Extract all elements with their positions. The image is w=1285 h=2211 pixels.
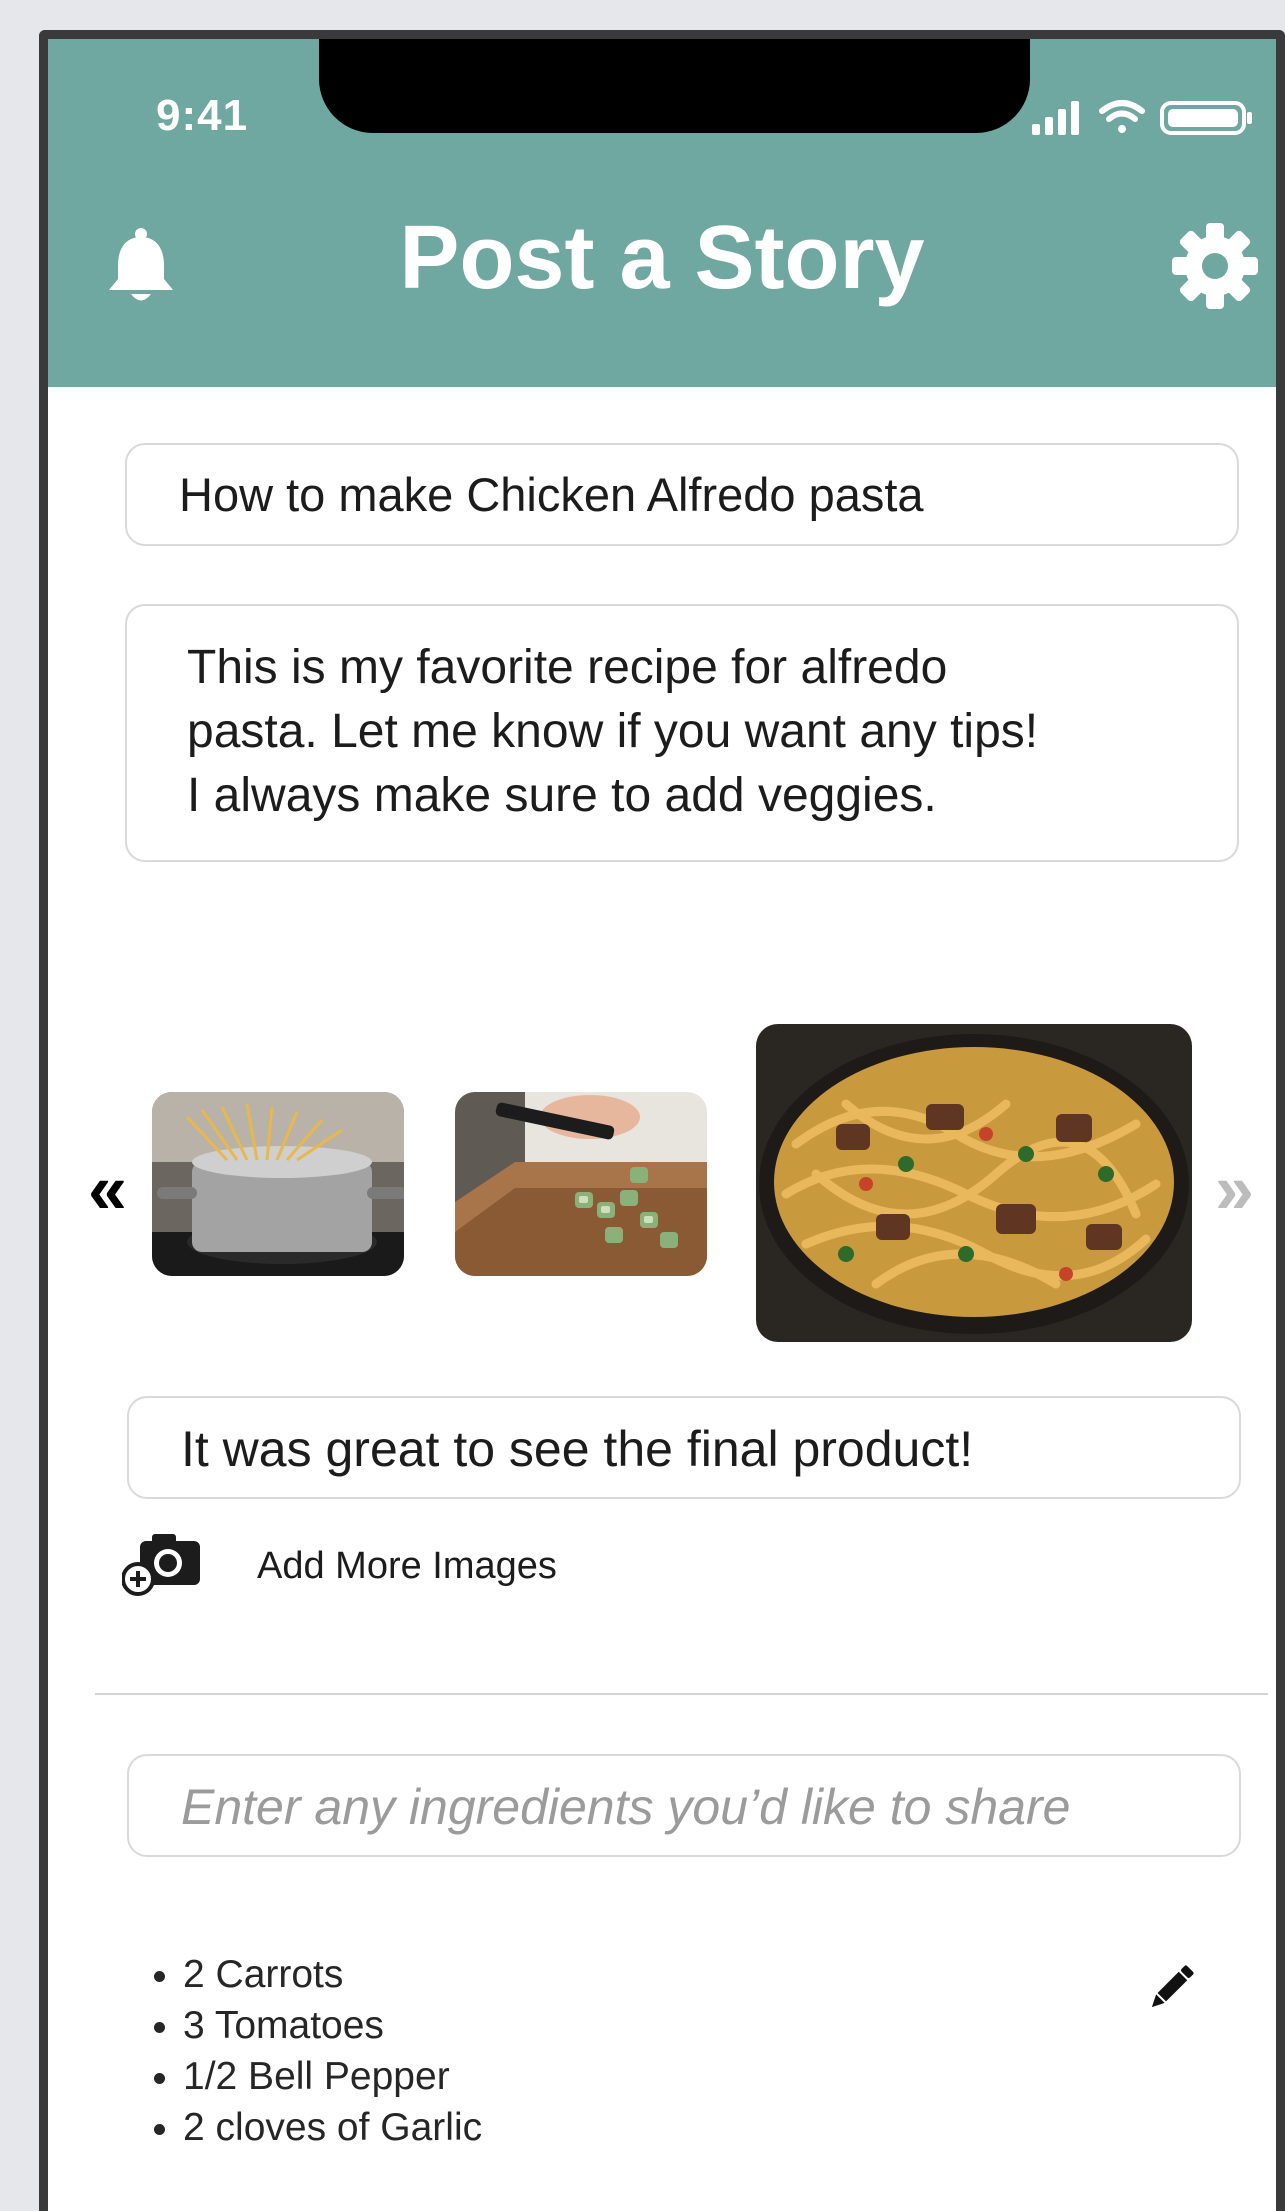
description-line: This is my favorite recipe for alfredo (187, 641, 948, 694)
status-icons (1032, 100, 1252, 135)
description-line: I always make sure to add veggies. (187, 769, 937, 822)
chopping-zucchini-image[interactable] (455, 1092, 707, 1276)
add-more-images-label: Add More Images (257, 1545, 557, 1587)
gear-icon[interactable] (1172, 223, 1258, 309)
pencil-icon[interactable] (1140, 1957, 1202, 2019)
chevron-double-right-icon[interactable]: » (1215, 1154, 1254, 1224)
battery-icon (1160, 101, 1252, 135)
wifi-icon (1099, 100, 1145, 133)
page-title: Post a Story (399, 208, 925, 308)
status-time: 9:41 (156, 91, 249, 140)
story-description-input[interactable]: This is my favorite recipe for alfredo p… (125, 604, 1239, 862)
story-title-input[interactable]: How to make Chicken Alfredo pasta (125, 443, 1239, 546)
section-divider (95, 1693, 1268, 1695)
app-header: 9:41 Post a Story (48, 39, 1276, 387)
story-title-value: How to make Chicken Alfredo pasta (179, 468, 924, 521)
ingredients-placeholder: Enter any ingredients you’d like to shar… (181, 1779, 1071, 1835)
add-camera-icon (122, 1534, 200, 1596)
chicken-alfredo-pasta-image[interactable] (756, 1024, 1192, 1342)
device-notch (319, 39, 1030, 133)
chevron-double-left-icon[interactable]: « (88, 1154, 127, 1224)
ingredient-item: 3 Tomatoes (183, 2000, 482, 2051)
ingredients-input[interactable]: Enter any ingredients you’d like to shar… (127, 1754, 1241, 1857)
ingredient-item: 2 Carrots (183, 1949, 482, 2000)
pasta-pot-image[interactable] (152, 1092, 404, 1276)
ingredient-item: 1/2 Bell Pepper (183, 2051, 482, 2102)
signal-icon (1032, 101, 1079, 135)
image-caption-value: It was great to see the final product! (181, 1421, 974, 1477)
ingredient-item: 2 cloves of Garlic (183, 2102, 482, 2153)
ingredients-list: 2 Carrots 3 Tomatoes 1/2 Bell Pepper 2 c… (128, 1949, 482, 2153)
description-line: pasta. Let me know if you want any tips! (187, 705, 1039, 758)
phone-screen: 9:41 Post a Story How to make Chicken Al… (39, 30, 1285, 2211)
image-caption-input[interactable]: It was great to see the final product! (127, 1396, 1241, 1499)
